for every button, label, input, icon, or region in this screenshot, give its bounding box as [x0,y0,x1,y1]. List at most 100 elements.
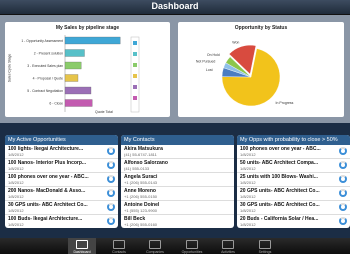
tab-label: Opportunities [181,250,203,254]
bar [64,86,92,95]
legend-swatch [133,85,137,89]
status-pie-chart: In Progress Lost Not Pursued On Hold Won [196,41,294,107]
list-item-secondary: (41) 555-0133 [124,166,150,171]
list-item[interactable]: Akira Matsukura (41) 55-6747-1811 [121,145,234,159]
list-item[interactable]: 100 phones over one year - ABC... 1/8/201… [237,145,350,159]
contacts-icon [113,240,125,249]
list-item[interactable]: Anne Moreno +1 (206) 555-0150 [121,187,234,201]
list-item-secondary: 1/8/2012 [8,166,24,171]
bar [64,49,85,57]
list-item[interactable]: 25 units with 100 Blows- Washi... 1/8/201… [237,173,350,187]
tab-bar: Dashboard Contacts Companies Opportunities A… [0,238,350,254]
legend-swatch [133,52,137,56]
tab-companies[interactable]: Companies [141,238,169,254]
companies-icon [149,240,161,249]
probable-opps-card[interactable]: My Opps with probability to close > 50% … [237,135,350,228]
list-item-secondary: +1 (206) 555-0150 [124,194,158,199]
bar [64,61,82,70]
list-item-secondary: +1 (555) 123-9900 [124,208,158,213]
list-item-secondary: 1/8/2012 [240,222,256,227]
dashboard-icon [76,240,88,249]
slice-label: Lost [206,68,213,72]
list-item[interactable]: 30 GPS units- ABC Architect Co... 1/8/201… [5,201,118,215]
list-item-secondary: 1/8/2012 [8,180,24,185]
list-item[interactable]: Angela Suraci +1 (206) 555-0143 [121,173,234,187]
category-label: 5 - Contract Negotiation [27,89,63,93]
tab-settings[interactable]: Settings [251,238,279,254]
list-item-secondary: 1/8/2012 [8,152,24,157]
progress-ring-icon [339,147,347,155]
list-item-secondary: 1/8/2012 [240,194,256,199]
list-item[interactable]: 200 Nanos- MacDonald & Asso... 1/8/2012 [5,187,118,201]
tab-activities[interactable]: Activities [214,238,242,254]
charts-page-indicator[interactable] [170,117,184,130]
list-item[interactable]: Bill Beck +1 (206) 555-0160 [121,215,234,228]
bar [64,74,79,82]
active-opportunities-card[interactable]: My Active Opportunities 100 lights- Ikeg… [5,135,118,228]
category-label: 2 - Present solution [34,52,63,56]
list-item[interactable]: 100 Nanos- Interior Plus Incorp... 1/8/20… [5,159,118,173]
card-title: My Active Opportunities [5,135,118,145]
list-item-secondary: 1/8/2012 [8,222,24,227]
progress-ring-icon [107,147,115,155]
tab-label: Dashboard [73,250,91,254]
list-item[interactable]: 30 GPS units- ABC Architect Co... 1/8/201… [237,201,350,215]
list-item[interactable]: 20 GPS units- ABC Architect Co... 1/8/201… [237,187,350,201]
contacts-card[interactable]: My Contacts Akira Matsukura (41) 55-6747-… [121,135,234,228]
list-item[interactable]: 100 lights- Ikegai Architecture... 1/8/20… [5,145,118,159]
tab-label: Contacts [112,250,126,254]
category-label: 4 - Proposal / Quote [33,77,63,81]
activities-icon [222,240,234,249]
legend-swatch [133,63,137,67]
legend-swatch [133,74,137,78]
list-item[interactable]: 100 phones over one year - ABC... 1/8/201… [5,173,118,187]
slice-label: Won [232,41,239,45]
list-item-secondary: 1/8/2012 [240,152,256,157]
status-chart-panel[interactable]: Opportunity by Status In Progress Lost Not… [178,22,344,117]
slice-label: In Progress [276,101,294,105]
tab-label: Settings [258,250,272,254]
list-item[interactable]: Alfonso Salorzano (41) 555-0133 [121,159,234,173]
progress-ring-icon [339,189,347,197]
settings-icon [259,240,271,249]
progress-ring-icon [339,161,347,169]
progress-ring-icon [107,203,115,211]
opportunities-icon [186,240,198,249]
category-label: 3 - Executed Sales plan [27,64,63,68]
list-item-secondary: 1/8/2012 [240,180,256,185]
list-item-secondary: 1/8/2012 [8,208,24,213]
legend-swatch [133,41,137,45]
list-item-secondary: +1 (206) 555-0160 [124,222,158,227]
tab-label: Activities [221,250,235,254]
tab-opportunities[interactable]: Opportunities [178,238,206,254]
list-item[interactable]: 50 units- ABC Architect Compa... 1/8/2012 [237,159,350,173]
category-label: 1 - Opportunity Assessment [21,39,63,43]
category-label: 6 - Close [49,102,63,106]
list-item-secondary: 1/8/2012 [8,194,24,199]
pipeline-chart-panel[interactable]: My Sales by pipeline stage Sales Cycle S… [5,22,170,117]
pipeline-bar-chart: 1 - Opportunity Assessment 2 - Present so… [21,35,140,113]
list-item-secondary: (41) 55-6747-1811 [124,152,157,157]
tab-dashboard[interactable]: Dashboard [68,238,96,254]
progress-ring-icon [339,203,347,211]
card-title: My Opps with probability to close > 50% [237,135,350,145]
tab-label: Companies [146,250,164,254]
list-item[interactable]: Antoine Doinel +1 (555) 123-9900 [121,201,234,215]
progress-ring-icon [107,161,115,169]
slice-label: On Hold [207,53,220,57]
list-item-secondary: +1 (206) 555-0143 [124,180,158,185]
list-item[interactable]: 100 Buds- Ikegai Architecture... 1/8/2012 [5,215,118,228]
title-bar: Dashboard [0,0,350,15]
bar [64,36,121,45]
tab-contacts[interactable]: Contacts [105,238,133,254]
progress-ring-icon [107,189,115,197]
slice-label: Not Pursued [196,60,216,64]
legend-swatch [133,96,137,100]
progress-ring-icon [107,217,115,225]
list-item[interactable]: 20 Buds - California Solar / Hea... 1/8/2… [237,215,350,228]
progress-ring-icon [339,175,347,183]
lists-page-indicator[interactable] [170,230,184,243]
charts-area[interactable]: My Sales by pipeline stage Sales Cycle S… [0,15,350,123]
progress-ring-icon [107,175,115,183]
card-title: My Contacts [121,135,234,145]
